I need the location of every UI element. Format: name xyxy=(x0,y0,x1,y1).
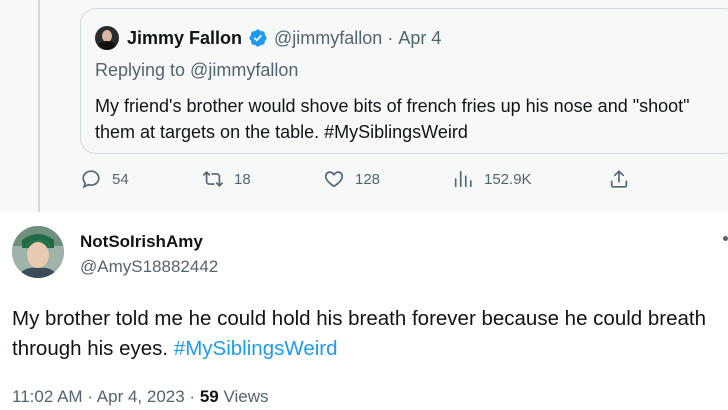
reply-button[interactable]: 54 xyxy=(80,168,129,190)
replying-to-label: Replying to @jimmyfallon xyxy=(95,60,299,80)
parent-author-name[interactable]: Jimmy Fallon xyxy=(127,28,242,49)
thread-context: Jimmy Fallon @jimmyfallon · Apr 4 Replyi… xyxy=(0,0,728,212)
amy-avatar[interactable] xyxy=(12,226,64,278)
hashtag-link[interactable]: #MySiblingsWeird xyxy=(174,337,338,360)
tweet-views-count: 59 xyxy=(199,387,219,406)
more-options-icon[interactable] xyxy=(723,236,728,241)
share-button[interactable] xyxy=(608,168,640,190)
tweet-views-label[interactable]: Views xyxy=(223,387,268,406)
retweet-icon xyxy=(203,171,223,187)
tweet-text-main: My brother told me he could hold his bre… xyxy=(12,307,706,360)
like-button[interactable]: 128 xyxy=(323,168,380,190)
retweet-button[interactable]: 18 xyxy=(202,168,251,190)
like-count: 128 xyxy=(355,170,381,188)
views-count: 152.9K xyxy=(484,170,532,188)
analytics-icon xyxy=(454,170,472,188)
tweet-metadata: 11:02 AM · Apr 4, 2023 · 59 Views xyxy=(12,387,269,407)
separator-dot: · xyxy=(87,387,93,406)
tweet-date[interactable]: Apr 4, 2023 xyxy=(97,387,185,406)
tweet-text: My brother told me he could hold his bre… xyxy=(12,304,722,364)
separator-dot: · xyxy=(189,387,196,406)
tweet-time[interactable]: 11:02 AM xyxy=(12,387,83,406)
thread-line xyxy=(38,0,40,212)
parent-tweet-card[interactable]: Jimmy Fallon @jimmyfallon · Apr 4 Replyi… xyxy=(80,8,728,154)
reply-icon xyxy=(82,170,100,189)
parent-tweet-text: My friend's brother would shove bits of … xyxy=(95,96,690,142)
jimmy-fallon-avatar[interactable] xyxy=(95,26,119,50)
author-handle[interactable]: @AmyS18882442 xyxy=(80,257,218,277)
share-icon xyxy=(610,170,628,188)
heart-icon xyxy=(324,171,344,188)
views-button[interactable]: 152.9K xyxy=(452,168,532,190)
author-name[interactable]: NotSoIrishAmy xyxy=(80,232,203,252)
parent-tweet-date[interactable]: Apr 4 xyxy=(398,28,441,49)
separator-dot: · xyxy=(387,27,394,48)
retweet-count: 18 xyxy=(234,170,251,188)
main-tweet: NotSoIrishAmy @AmyS18882442 My brother t… xyxy=(0,212,728,410)
reply-count: 54 xyxy=(112,170,129,188)
parent-tweet-header: Jimmy Fallon @jimmyfallon · Apr 4 xyxy=(95,26,441,50)
avatar-photo xyxy=(12,226,64,278)
parent-author-handle[interactable]: @jimmyfallon xyxy=(274,28,382,49)
verified-badge-icon xyxy=(249,29,267,47)
action-bar: 54 18 128 152.9K xyxy=(80,168,640,198)
